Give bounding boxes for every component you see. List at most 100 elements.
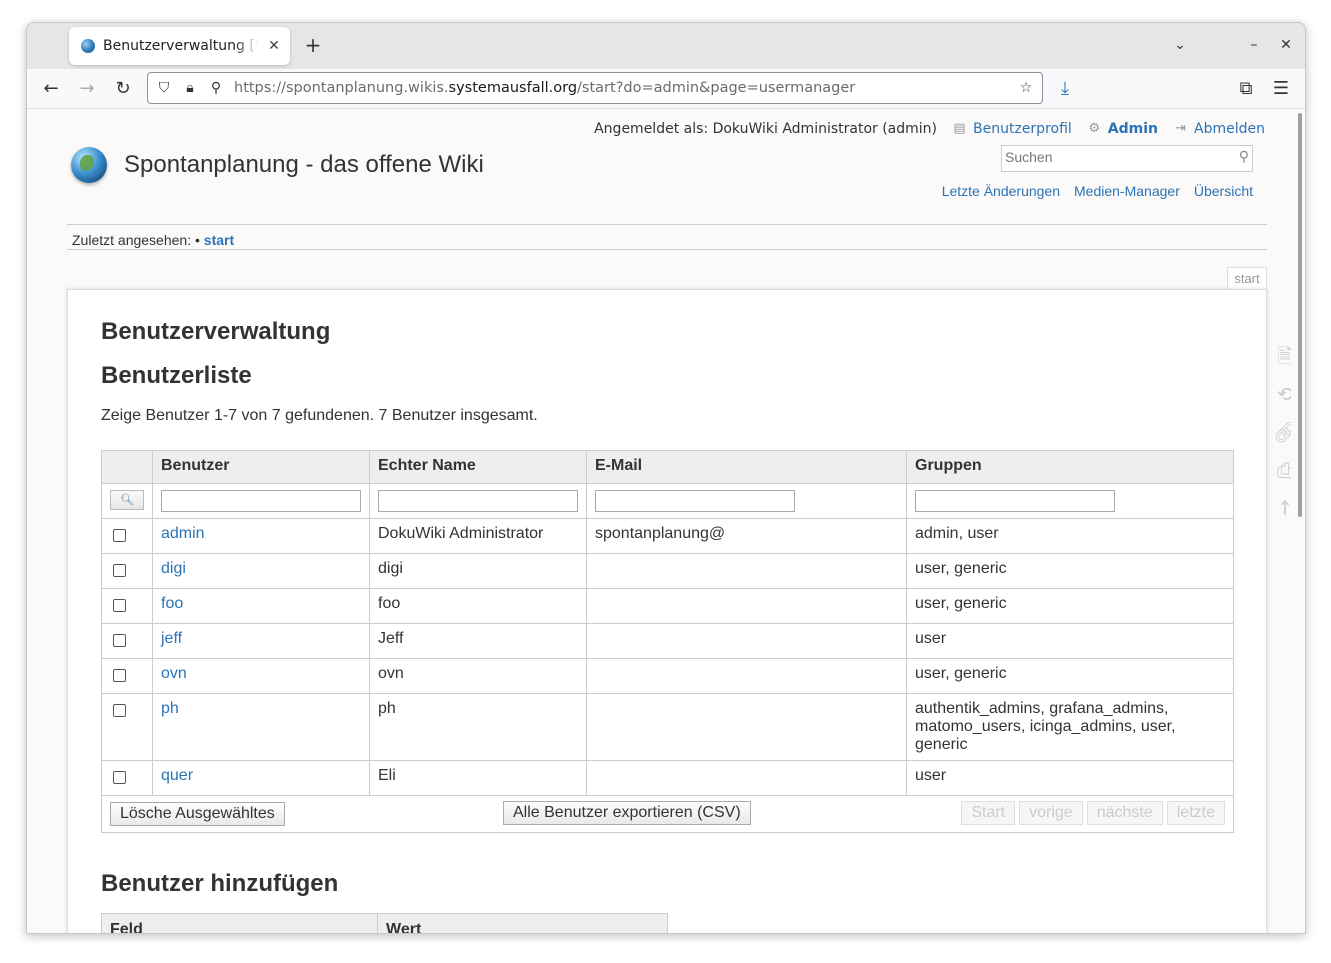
user-link[interactable]: digi — [161, 560, 186, 577]
logged-in-label: Angemeldet als: DokuWiki Administrator (… — [594, 121, 938, 137]
user-link[interactable]: jeff — [161, 630, 182, 647]
email-cell — [586, 760, 907, 796]
close-icon[interactable]: ✕ — [266, 38, 282, 54]
column-header: Gruppen — [906, 450, 1234, 484]
pager-last-button[interactable]: letzte — [1166, 801, 1225, 825]
page-tools: 🗎 ⟲ 🔗︎ ⎙ ↑ — [1273, 344, 1293, 520]
search-icon[interactable]: ⚲ — [1239, 149, 1249, 165]
browser-tab[interactable]: Benutzerverwaltung [Spontanplanung - das… — [69, 27, 290, 65]
breadcrumb: Zuletzt angesehen: • start — [72, 232, 235, 248]
sitemap-link[interactable]: Übersicht — [1194, 183, 1253, 199]
row-checkbox[interactable] — [113, 669, 126, 682]
filter-name-input[interactable] — [378, 490, 578, 512]
user-link[interactable]: admin — [161, 525, 205, 542]
table-row: digi digi user, generic — [101, 553, 1234, 589]
email-cell — [586, 588, 907, 624]
lock-icon[interactable]: 🔒︎ — [182, 80, 198, 96]
breadcrumb-item[interactable]: start — [204, 232, 234, 248]
table-row: ovn ovn user, generic — [101, 658, 1234, 694]
table-row: ph ph authentik_admins, grafana_admins, ma… — [101, 693, 1234, 761]
menu-icon[interactable]: ☰ — [1269, 77, 1293, 101]
table-row: admin DokuWiki Administrator spontanplanun… — [101, 518, 1234, 554]
scroll-thumb[interactable] — [1298, 113, 1302, 517]
row-checkbox[interactable] — [113, 704, 126, 717]
filter-row: 🔍︎ — [101, 483, 1234, 519]
table-row: quer Eli user — [101, 760, 1234, 796]
email-cell — [586, 693, 907, 761]
url-bar[interactable]: ⛉ 🔒︎ ⚲ https://spontanplanung.wikis.syst… — [147, 72, 1043, 104]
column-header: Wert — [377, 913, 668, 933]
browser-window: Benutzerverwaltung [Spontanplanung - das… — [26, 22, 1306, 934]
minimize-button[interactable]: – — [1244, 35, 1264, 55]
reload-icon[interactable]: ↻ — [111, 77, 135, 101]
extensions-icon[interactable]: ⧉ — [1234, 77, 1258, 101]
url-text[interactable]: https://spontanplanung.wikis.systemausfa… — [234, 80, 1008, 96]
media-manager-link[interactable]: Medien-Manager — [1074, 183, 1180, 199]
user-link[interactable]: ovn — [161, 665, 187, 682]
divider — [67, 249, 1267, 250]
pager-start-button[interactable]: Start — [961, 801, 1016, 825]
real-name-cell: Jeff — [369, 623, 587, 659]
admin-link[interactable]: ⚙ Admin — [1086, 121, 1158, 137]
row-checkbox[interactable] — [113, 564, 126, 577]
groups-cell: admin, user — [906, 518, 1234, 554]
table-row: jeff Jeff user — [101, 623, 1234, 659]
navigation-bar: ← → ↻ ⛉ 🔒︎ ⚲ https://spontanplanung.wiki… — [27, 69, 1305, 109]
groups-cell: user, generic — [906, 588, 1234, 624]
groups-cell: user — [906, 623, 1234, 659]
back-arrow-icon[interactable]: ← — [39, 77, 63, 101]
groups-cell: user — [906, 760, 1234, 796]
column-header: E-Mail — [586, 450, 907, 484]
email-cell — [586, 553, 907, 589]
site-title[interactable]: Spontanplanung - das offene Wiki — [124, 151, 484, 179]
row-checkbox[interactable] — [113, 634, 126, 647]
back-to-top-icon[interactable]: ↑ — [1273, 496, 1293, 520]
new-tab-button[interactable]: + — [301, 34, 325, 58]
scrollbar[interactable] — [1291, 109, 1305, 933]
bookmark-star-icon[interactable]: ☆ — [1018, 80, 1034, 96]
real-name-cell: Eli — [369, 760, 587, 796]
page-content: Benutzerverwaltung Benutzerliste Zeige B… — [67, 289, 1267, 933]
filter-email-input[interactable] — [595, 490, 795, 512]
pdf-icon[interactable]: ⎙ — [1273, 458, 1293, 482]
add-user-heading: Benutzer hinzufügen — [101, 870, 339, 897]
close-window-button[interactable]: ✕ — [1276, 35, 1296, 55]
forward-arrow-icon[interactable]: → — [75, 77, 99, 101]
pagination: Start vorige nächste letzte — [961, 801, 1225, 825]
user-link[interactable]: foo — [161, 595, 183, 612]
table-footer: Lösche Ausgewähltes Alle Benutzer export… — [101, 795, 1234, 833]
recent-changes-link[interactable]: Letzte Änderungen — [942, 183, 1060, 199]
profile-link[interactable]: ▤ Benutzerprofil — [951, 121, 1071, 137]
gear-icon: ⚙ — [1088, 121, 1101, 136]
user-list-heading: Benutzerliste — [101, 362, 252, 389]
document-icon[interactable]: 🗎 — [1273, 344, 1293, 368]
search-input[interactable]: Suchen — [1001, 145, 1253, 172]
row-checkbox[interactable] — [113, 529, 126, 542]
page-id-tab: start — [1227, 267, 1267, 291]
wiki-logo[interactable] — [71, 147, 107, 183]
filter-user-input[interactable] — [161, 490, 361, 512]
profile-icon: ▤ — [953, 121, 966, 136]
permissions-icon[interactable]: ⚲ — [208, 80, 224, 96]
user-table: Benutzer Echter Name E-Mail Gruppen 🔍︎ a — [101, 450, 1234, 833]
filter-groups-input[interactable] — [915, 490, 1115, 512]
user-link[interactable]: ph — [161, 700, 179, 717]
link-icon[interactable]: 🔗︎ — [1273, 420, 1293, 444]
chevron-down-icon[interactable]: ⌄ — [1170, 35, 1190, 55]
page-title: Benutzerverwaltung — [101, 318, 331, 345]
download-icon[interactable]: ⤓ — [1053, 77, 1077, 101]
row-checkbox[interactable] — [113, 771, 126, 784]
real-name-cell: digi — [369, 553, 587, 589]
select-column — [101, 450, 153, 484]
real-name-cell: foo — [369, 588, 587, 624]
filter-search-button[interactable]: 🔍︎ — [110, 490, 144, 510]
shield-icon[interactable]: ⛉ — [156, 80, 172, 96]
export-csv-button[interactable]: Alle Benutzer exportieren (CSV) — [503, 801, 751, 825]
delete-selected-button[interactable]: Lösche Ausgewähltes — [110, 802, 285, 826]
logout-link[interactable]: ⇥ Abmelden — [1172, 121, 1265, 137]
row-checkbox[interactable] — [113, 599, 126, 612]
pager-next-button[interactable]: nächste — [1086, 801, 1163, 825]
history-icon[interactable]: ⟲ — [1273, 382, 1293, 406]
user-link[interactable]: quer — [161, 767, 193, 784]
pager-prev-button[interactable]: vorige — [1019, 801, 1083, 825]
